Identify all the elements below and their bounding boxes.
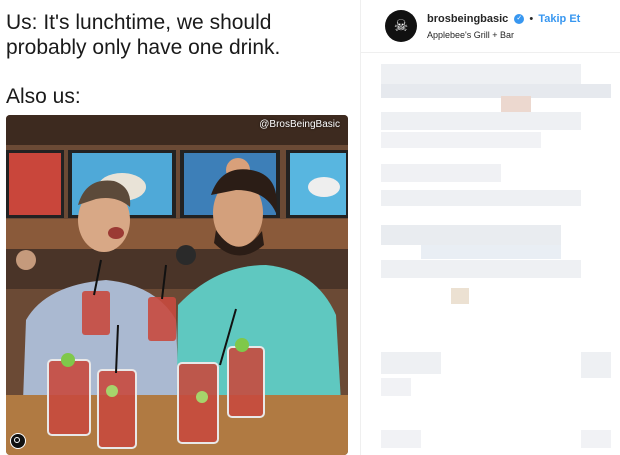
username-link[interactable]: brosbeingbasic [427,13,508,25]
location-link[interactable]: Applebee's Grill + Bar [427,30,514,40]
instagram-tag-icon[interactable] [10,433,26,449]
separator-dot: • [529,13,534,25]
caption-text-2: Also us: [6,85,81,108]
post-header: ☠ brosbeingbasic ✓ • Takip Et Applebee's… [361,0,620,53]
user-row: brosbeingbasic ✓ • Takip Et [427,13,580,25]
photo-watermark: @BrosBeingBasic [259,119,340,130]
follow-button[interactable]: Takip Et [538,13,580,25]
tweet-panel: Us: It's lunchtime, we should probably o… [0,0,360,455]
instagram-panel: ☠ brosbeingbasic ✓ • Takip Et Applebee's… [360,0,620,455]
caption-text: Us: It's lunchtime, we should probably o… [6,11,281,59]
photo-illustration [6,115,348,455]
post-photo[interactable]: @BrosBeingBasic [6,115,348,455]
skull-icon[interactable]: ☠ [385,10,417,42]
check-badge-icon: ✓ [514,14,525,25]
